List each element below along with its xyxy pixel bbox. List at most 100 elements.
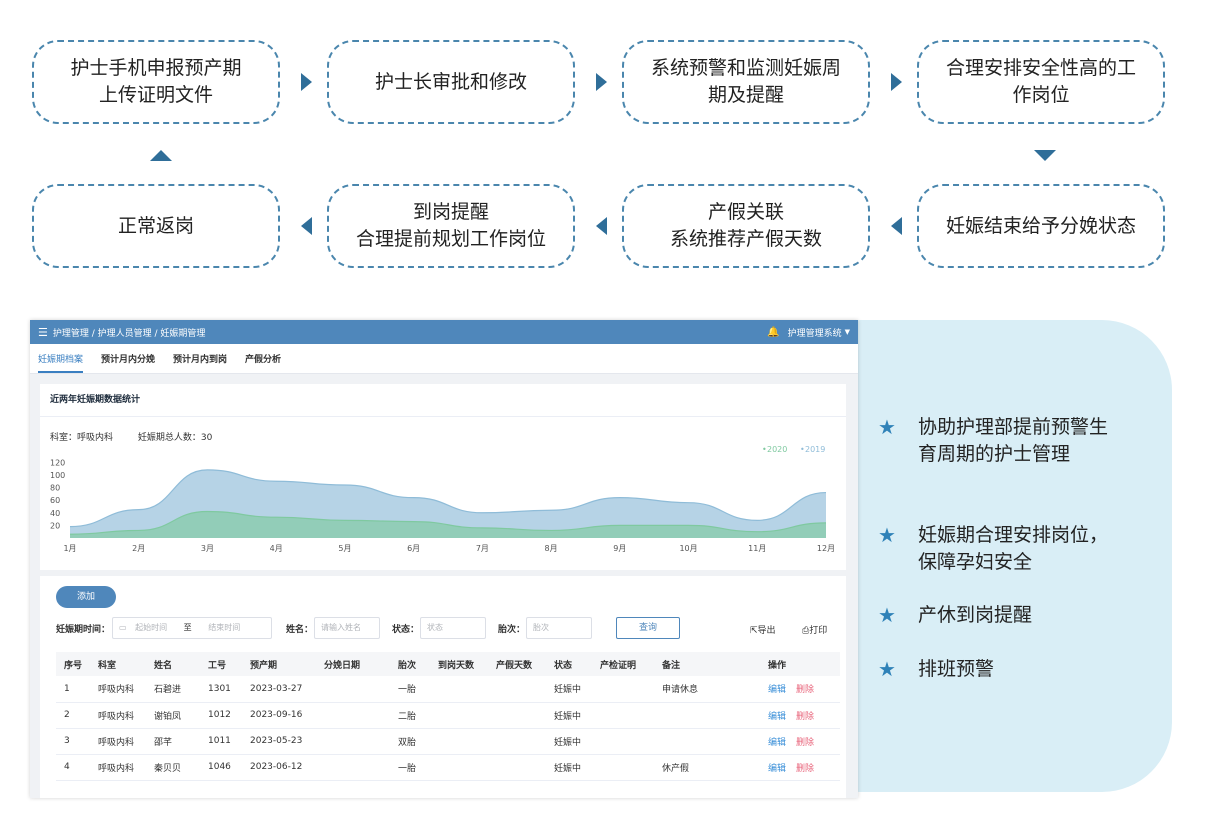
status-select[interactable]: 状态 bbox=[420, 617, 486, 639]
system-name[interactable]: 护理管理系统 bbox=[788, 326, 842, 339]
calendar-icon: ▭ bbox=[119, 623, 127, 632]
x-tick-label: 8月 bbox=[545, 544, 558, 553]
table-cell: 谢铂凤 bbox=[146, 702, 200, 729]
delete-link[interactable]: 删除 bbox=[796, 712, 814, 722]
tab-leave-analysis[interactable]: 产假分析 bbox=[245, 352, 281, 373]
table-cell: 1 bbox=[56, 676, 90, 703]
table-cell bbox=[316, 728, 390, 755]
arrow-up-icon bbox=[150, 150, 172, 161]
export-icon: ⇱ bbox=[750, 626, 758, 636]
edit-link[interactable]: 编辑 bbox=[768, 738, 786, 748]
star-icon: ★ bbox=[878, 523, 896, 547]
y-tick-label: 20 bbox=[50, 521, 60, 530]
col-header: 备注 bbox=[654, 652, 760, 676]
star-icon: ★ bbox=[878, 657, 896, 681]
table-cell bbox=[316, 676, 390, 703]
feature-item: ★ 产休到岗提醒 bbox=[878, 603, 1033, 627]
chevron-down-icon[interactable]: ▼ bbox=[845, 328, 850, 336]
delete-link[interactable]: 删除 bbox=[796, 764, 814, 774]
add-button[interactable]: 添加 bbox=[56, 586, 116, 608]
arrow-right-icon bbox=[301, 73, 312, 91]
table-cell bbox=[430, 702, 488, 729]
parity-select[interactable]: 胎次 bbox=[526, 617, 592, 639]
table-cell: 休产假 bbox=[654, 754, 760, 781]
delete-link[interactable]: 删除 bbox=[796, 685, 814, 695]
chart-card: 近两年妊娠期数据统计 科室：呼吸内科 妊娠期总人数：30 20 40 60 80 100… bbox=[40, 384, 846, 570]
table-cell bbox=[488, 754, 546, 781]
x-tick-label: 7月 bbox=[476, 544, 489, 553]
x-tick-label: 11月 bbox=[748, 544, 766, 553]
y-tick-label: 120 bbox=[50, 458, 65, 467]
y-tick-label: 80 bbox=[50, 484, 60, 493]
flow-step-reminder: 到岗提醒 合理提前规划工作岗位 bbox=[327, 184, 575, 268]
star-icon: ★ bbox=[878, 415, 896, 439]
x-tick-label: 12月 bbox=[817, 544, 835, 553]
tab-bar: 妊娠期档案 预计月内分娩 预计月内到岗 产假分析 bbox=[30, 344, 858, 374]
date-range-input[interactable]: ▭ 起始时间 至 结束时间 bbox=[112, 617, 272, 639]
print-button[interactable]: ⎙打印 bbox=[802, 623, 827, 636]
table-cell: 2023-03-27 bbox=[242, 676, 316, 703]
tab-expected-return[interactable]: 预计月内到岗 bbox=[173, 352, 227, 373]
edit-link[interactable]: 编辑 bbox=[768, 712, 786, 722]
arrow-right-icon bbox=[596, 73, 607, 91]
parity-label: 胎次： bbox=[498, 625, 526, 635]
bell-icon[interactable]: 🔔 bbox=[767, 327, 779, 338]
chart-card-title: 近两年妊娠期数据统计 bbox=[40, 384, 846, 417]
legend-label: 2019 bbox=[805, 445, 825, 454]
arrow-left-icon bbox=[596, 217, 607, 235]
table-cell bbox=[654, 702, 760, 729]
flow-step-approve: 护士长审批和修改 bbox=[327, 40, 575, 124]
table-cell bbox=[592, 702, 654, 729]
table-cell: 1012 bbox=[200, 702, 242, 729]
menu-icon[interactable]: ☰ bbox=[38, 326, 48, 339]
table-card: 添加 妊娠期时间： ▭ 起始时间 至 结束时间 姓名： 请输入姓名 状态： 状态… bbox=[40, 576, 846, 798]
col-header: 产假天数 bbox=[488, 652, 546, 676]
feature-item: ★ 协助护理部提前预警生 育周期的护士管理 bbox=[878, 415, 1109, 465]
x-tick-label: 9月 bbox=[613, 544, 626, 553]
table-actions: 编辑 删除 bbox=[760, 728, 840, 755]
table-cell: 申请休息 bbox=[654, 676, 760, 703]
arrow-left-icon bbox=[301, 217, 312, 235]
x-tick-label: 6月 bbox=[407, 544, 420, 553]
query-button[interactable]: 查询 bbox=[616, 617, 680, 639]
table-cell: 邵芊 bbox=[146, 728, 200, 755]
flow-step-return: 正常返岗 bbox=[32, 184, 280, 268]
name-input[interactable]: 请输入姓名 bbox=[314, 617, 380, 639]
table-cell: 4 bbox=[56, 754, 90, 781]
y-tick-label: 40 bbox=[50, 509, 60, 518]
col-header: 预产期 bbox=[242, 652, 316, 676]
table-cell: 呼吸内科 bbox=[90, 702, 146, 729]
y-tick-label: 100 bbox=[50, 471, 65, 480]
col-header: 科室 bbox=[90, 652, 146, 676]
table-cell: 2023-06-12 bbox=[242, 754, 316, 781]
table-cell: 一胎 bbox=[390, 676, 430, 703]
arrow-left-icon bbox=[891, 217, 902, 235]
table-cell: 双胎 bbox=[390, 728, 430, 755]
table-cell bbox=[592, 728, 654, 755]
table-cell bbox=[654, 728, 760, 755]
table-row: 3 呼吸内科 邵芊 1011 2023-05-23 双胎 妊娠中 编辑 删除 bbox=[56, 728, 840, 755]
table-cell: 1046 bbox=[200, 754, 242, 781]
feature-item: ★ 妊娠期合理安排岗位， 保障孕妇安全 bbox=[878, 523, 1109, 573]
edit-link[interactable]: 编辑 bbox=[768, 764, 786, 774]
table-cell: 秦贝贝 bbox=[146, 754, 200, 781]
table-cell bbox=[488, 676, 546, 703]
table-cell bbox=[316, 754, 390, 781]
table-cell: 呼吸内科 bbox=[90, 728, 146, 755]
table-cell bbox=[592, 754, 654, 781]
star-icon: ★ bbox=[878, 603, 896, 627]
col-header: 分娩日期 bbox=[316, 652, 390, 676]
delete-link[interactable]: 删除 bbox=[796, 738, 814, 748]
export-button[interactable]: ⇱导出 bbox=[750, 623, 776, 636]
legend-label: 2020 bbox=[767, 445, 787, 454]
edit-link[interactable]: 编辑 bbox=[768, 685, 786, 695]
legend-item: • bbox=[800, 445, 805, 454]
col-header: 序号 bbox=[56, 652, 90, 676]
table-cell bbox=[592, 676, 654, 703]
tab-expected-delivery[interactable]: 预计月内分娩 bbox=[101, 352, 155, 373]
table-cell: 3 bbox=[56, 728, 90, 755]
table-cell: 妊娠中 bbox=[546, 728, 592, 755]
period-label: 妊娠期时间： bbox=[56, 625, 111, 635]
tab-pregnancy-archive[interactable]: 妊娠期档案 bbox=[38, 352, 84, 373]
status-label: 状态： bbox=[392, 625, 420, 635]
